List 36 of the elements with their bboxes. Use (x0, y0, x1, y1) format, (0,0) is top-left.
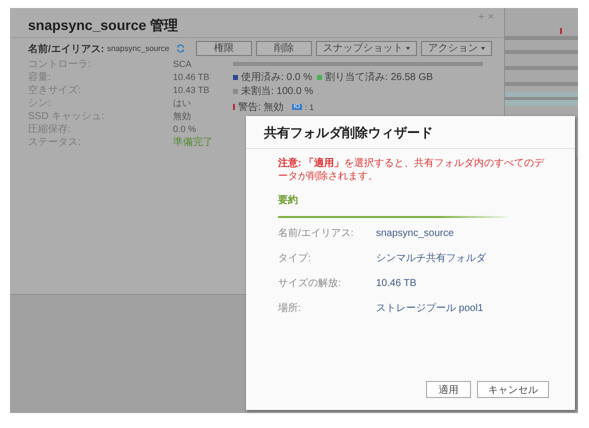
warning-message: 注意: 「適用」を選択すると、共有フォルダ内のすべてのデータが削除されます。 (278, 157, 546, 183)
property-value: SCA (173, 58, 193, 71)
dropdown-button[interactable]: アクション (421, 41, 492, 56)
io-count: : 1 (304, 102, 314, 112)
caret-icon (481, 47, 485, 50)
field-value: ストレージプール pool1 (376, 302, 484, 315)
field-label: タイプ: (278, 252, 312, 265)
window-title: snapsync_source 管理 (28, 17, 178, 35)
property-value: 10.43 TB (173, 84, 210, 97)
legend-label: 未割当: 100.0 % (241, 84, 314, 98)
cancel-button[interactable]: キャンセル (477, 381, 549, 398)
warning-marker-icon (233, 104, 235, 110)
property-value: 10.46 TB (173, 71, 210, 84)
dropdown-button[interactable]: スナップショット (316, 41, 417, 56)
legend-label: 使用済み: 0.0 % (241, 70, 312, 84)
property-value: はい (173, 97, 192, 110)
field-label: 名前/エイリアス: (278, 227, 355, 240)
section-heading: 要約 (278, 194, 299, 207)
alias-label: 名前/エイリアス: (28, 42, 104, 56)
property-value: 0.0 % (173, 123, 198, 136)
toolbar-button[interactable]: 権限 (196, 41, 252, 56)
field-label: サイズの解放: (278, 277, 342, 290)
caret-icon (406, 47, 410, 50)
field-value: snapsync_source (376, 227, 455, 240)
field-value: シンマルチ共有フォルダ (376, 252, 488, 265)
field-label: 場所: (278, 302, 302, 315)
property-value: 無効 (173, 110, 192, 123)
toolbar-button[interactable]: 削除 (256, 41, 312, 56)
field-value: 10.46 TB (376, 277, 418, 290)
apply-button[interactable]: 適用 (426, 381, 471, 398)
alias-value: snapsync_source (107, 44, 170, 53)
warning-label: 警告: 無効 (238, 100, 284, 114)
dialog-title: 共有フォルダ削除ウィザード (246, 116, 575, 149)
refresh-icon[interactable] (176, 44, 186, 53)
legend-label: 割り当て済み: 26.58 GB (325, 70, 433, 84)
status-value: 準備完了 (173, 136, 214, 149)
